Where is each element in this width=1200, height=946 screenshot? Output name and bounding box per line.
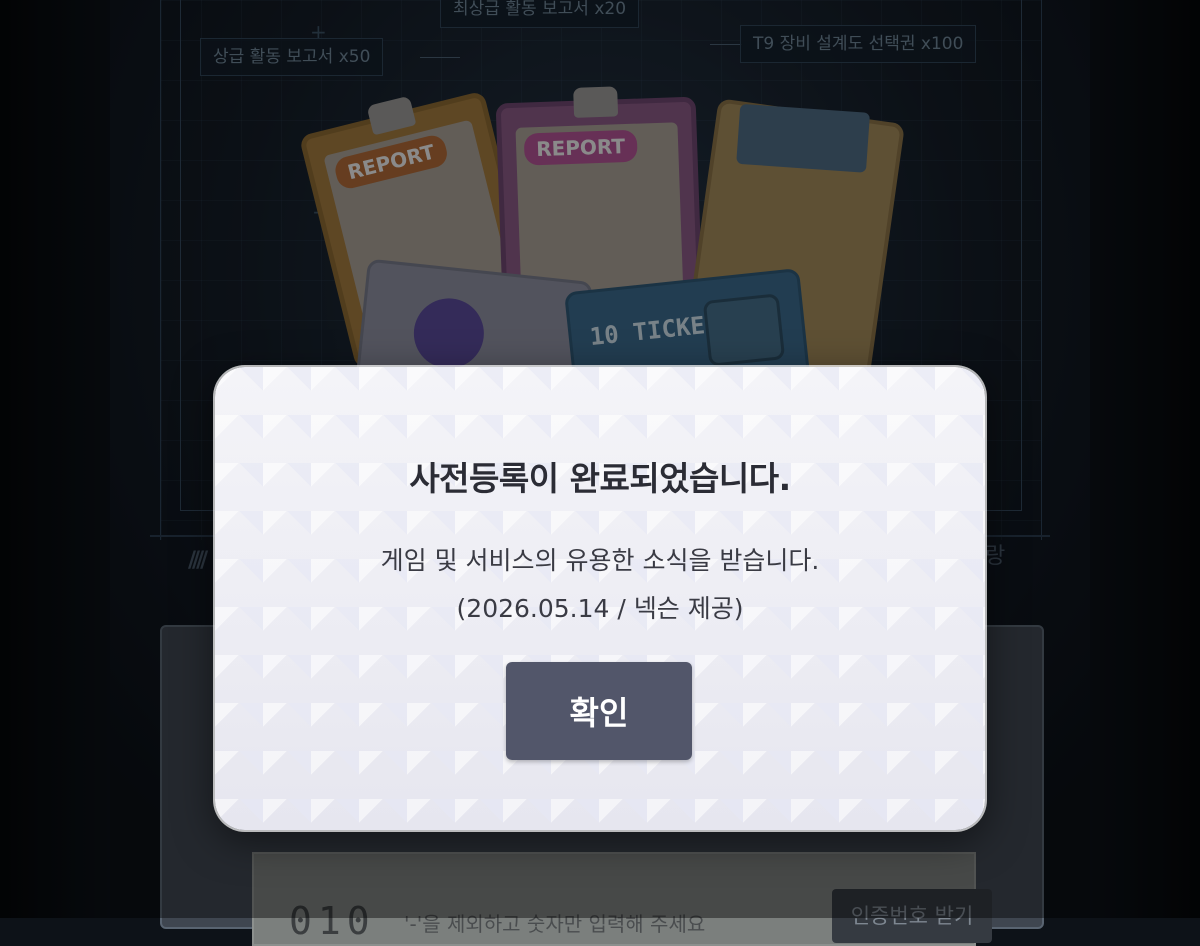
dialog-title: 사전등록이 완료되었습니다. [409,459,791,498]
dialog-consent-date: (2026.05.14 / 넥슨 제공) [456,594,744,623]
registration-complete-dialog: 사전등록이 완료되었습니다. 게임 및 서비스의 유용한 소식을 받습니다. (… [215,367,985,830]
confirm-button[interactable]: 확인 [506,662,692,760]
dialog-message: 게임 및 서비스의 유용한 소식을 받습니다. (2026.05.14 / 넥슨… [215,537,985,633]
dialog-message-line: 게임 및 서비스의 유용한 소식을 받습니다. [380,546,820,575]
